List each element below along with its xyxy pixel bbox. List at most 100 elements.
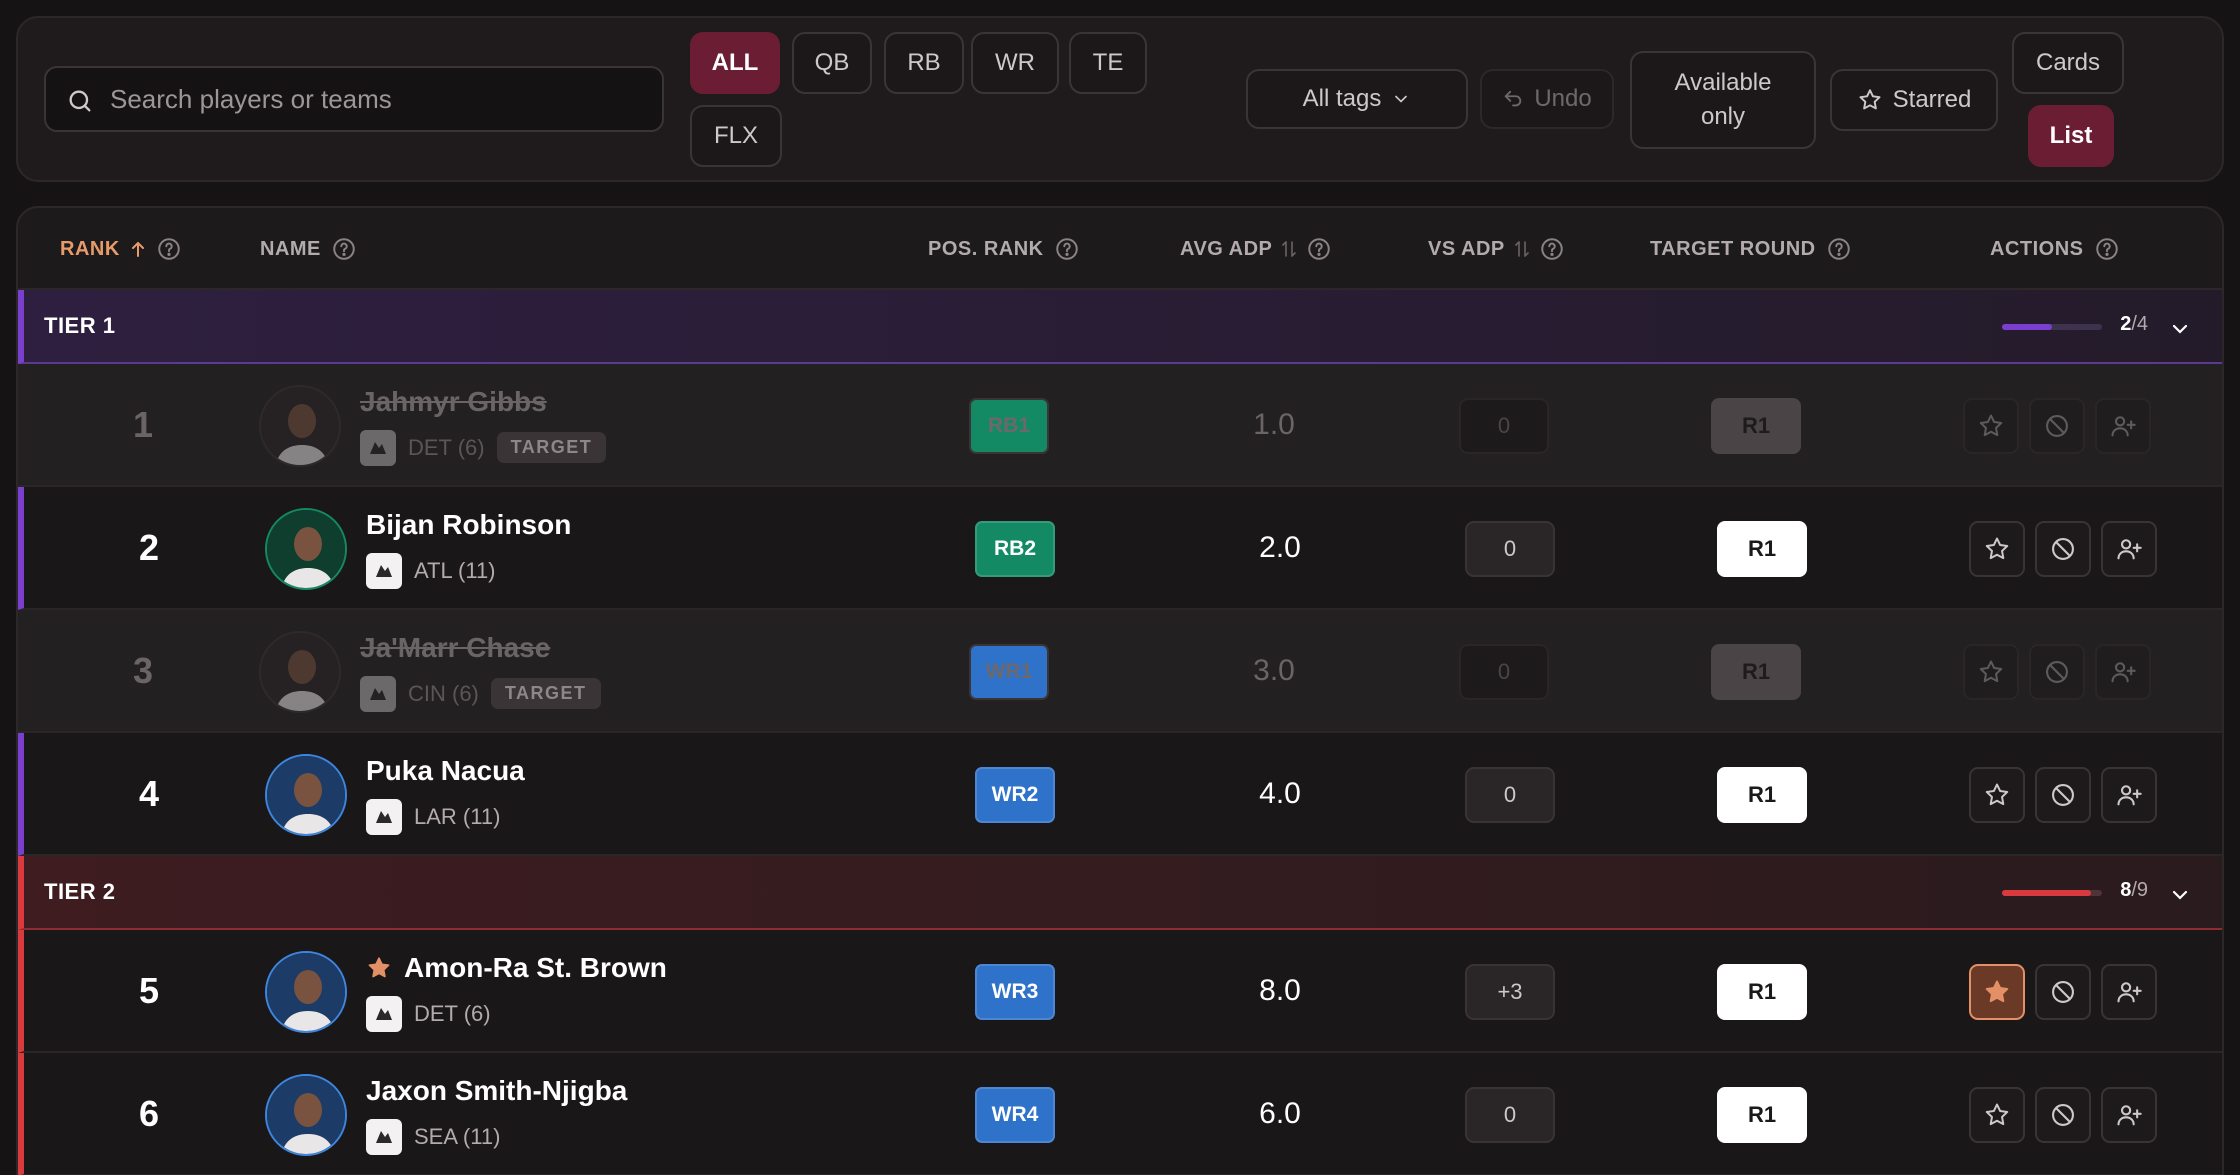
target-round-button[interactable]: R1 [1711, 397, 1801, 454]
draft-player-button[interactable] [2101, 1086, 2157, 1143]
target-round-button[interactable]: R1 [1717, 1086, 1807, 1143]
avoid-button[interactable] [2035, 520, 2091, 577]
star-button[interactable] [1969, 766, 2025, 823]
player-rankings-table: RANK NAME POS. RANK AVG ADP VS ADP TARGE… [16, 206, 2224, 1175]
sort-ascending-icon [130, 240, 146, 258]
player-name-text: Ja'Marr Chase [360, 631, 551, 663]
rank-column-header[interactable]: RANK [60, 236, 182, 262]
team-label: DET (6) [414, 1000, 491, 1026]
tier-header[interactable]: TIER 1 2/4 [18, 290, 2222, 364]
add-user-icon [2109, 658, 2137, 686]
avoid-button[interactable] [2029, 643, 2085, 700]
avg-adp-value: 2.0 [1259, 530, 1301, 564]
star-button[interactable] [1969, 963, 2025, 1020]
filter-all-button[interactable]: ALL [690, 32, 780, 94]
vs-adp-value: 0 [1459, 643, 1549, 700]
actions-column-header: ACTIONS [1990, 236, 2120, 262]
avoid-button[interactable] [2035, 766, 2091, 823]
available-only-toggle[interactable]: Available only [1630, 51, 1816, 149]
star-icon [1983, 535, 2011, 563]
help-icon[interactable] [1054, 236, 1080, 262]
table-row[interactable]: 6 Jaxon Smith-Njigba SEA (11) WR4 6.0 0 … [18, 1053, 2222, 1175]
ban-icon [2049, 1101, 2077, 1129]
player-name[interactable]: Bijan Robinson [366, 509, 571, 541]
help-icon[interactable] [1826, 236, 1852, 262]
target-round-button[interactable]: R1 [1717, 963, 1807, 1020]
help-icon[interactable] [2094, 236, 2120, 262]
player-name[interactable]: Amon-Ra St. Brown [366, 952, 667, 984]
chevron-down-icon[interactable] [2168, 317, 2192, 341]
draft-player-button[interactable] [2095, 397, 2151, 454]
starred-filter-button[interactable]: Starred [1830, 69, 1998, 131]
help-icon[interactable] [1306, 236, 1332, 262]
draft-player-button[interactable] [2101, 520, 2157, 577]
player-avatar [259, 384, 341, 467]
team-label: DET (6) [408, 434, 485, 460]
avg-adp-column-header[interactable]: AVG ADP [1180, 236, 1332, 262]
draft-player-button[interactable] [2095, 643, 2151, 700]
star-button[interactable] [1969, 1086, 2025, 1143]
help-icon[interactable] [1539, 236, 1565, 262]
ban-icon [2043, 412, 2071, 440]
avoid-button[interactable] [2029, 397, 2085, 454]
table-row[interactable]: 4 Puka Nacua LAR (11) WR2 4.0 0 R1 [18, 733, 2222, 856]
star-icon [1977, 412, 2005, 440]
table-row[interactable]: 5 Amon-Ra St. Brown DET (6) WR3 8.0 +3 R… [18, 930, 2222, 1053]
star-button[interactable] [1963, 397, 2019, 454]
player-rank: 6 [138, 1092, 160, 1134]
player-name-text: Puka Nacua [366, 754, 525, 786]
player-avatar [265, 507, 347, 590]
view-cards-button[interactable]: Cards [2012, 32, 2124, 94]
chevron-down-icon[interactable] [2168, 883, 2192, 907]
tags-dropdown[interactable]: All tags [1246, 69, 1468, 129]
target-round-button[interactable]: R1 [1717, 520, 1807, 577]
player-name[interactable]: Ja'Marr Chase [360, 632, 550, 664]
player-team: CIN (6) TARGET [360, 675, 601, 712]
filter-flx-button[interactable]: FLX [690, 105, 782, 167]
filter-qb-button[interactable]: QB [792, 32, 872, 94]
table-row[interactable]: 1 Jahmyr Gibbs DET (6) TARGET RB1 1.0 0 … [18, 364, 2222, 487]
star-button[interactable] [1969, 520, 2025, 577]
target-round-column-header: TARGET ROUND [1650, 236, 1852, 262]
team-logo-icon [366, 798, 402, 835]
undo-button[interactable]: Undo [1480, 69, 1614, 129]
star-icon [1977, 658, 2005, 686]
vs-adp-value: +3 [1465, 963, 1555, 1020]
vs-adp-column-header[interactable]: VS ADP [1428, 236, 1565, 262]
tier-header[interactable]: TIER 2 8/9 [18, 856, 2222, 930]
view-list-button[interactable]: List [2028, 105, 2114, 167]
avg-adp-value: 8.0 [1259, 973, 1301, 1007]
player-name[interactable]: Puka Nacua [366, 755, 525, 787]
player-name[interactable]: Jaxon Smith-Njigba [366, 1075, 627, 1107]
tier-count: 2/4 [2120, 313, 2148, 335]
table-row[interactable]: 2 Bijan Robinson ATL (11) RB2 2.0 0 R1 [18, 487, 2222, 610]
help-icon[interactable] [331, 236, 357, 262]
table-row[interactable]: 3 Ja'Marr Chase CIN (6) TARGET WR1 3.0 0… [18, 610, 2222, 733]
star-button[interactable] [1963, 643, 2019, 700]
filter-te-button[interactable]: TE [1069, 32, 1147, 94]
help-icon[interactable] [156, 236, 182, 262]
sort-toggle-icon [1514, 239, 1529, 259]
search-input[interactable] [110, 76, 650, 122]
draft-player-button[interactable] [2101, 963, 2157, 1020]
target-round-button[interactable]: R1 [1717, 766, 1807, 823]
filter-rb-button[interactable]: RB [884, 32, 964, 94]
pos-rank-column-header: POS. RANK [928, 236, 1080, 262]
player-rank: 1 [132, 403, 154, 445]
pos-rank-badge: WR1 [969, 643, 1049, 700]
target-round-button[interactable]: R1 [1711, 643, 1801, 700]
filter-wr-button[interactable]: WR [971, 32, 1059, 94]
player-team: ATL (11) [366, 552, 496, 589]
draft-player-button[interactable] [2101, 766, 2157, 823]
target-tag: TARGET [496, 432, 607, 463]
tier-label: TIER 1 [44, 313, 116, 338]
pos-rank-badge: RB1 [969, 397, 1049, 454]
player-team: DET (6) TARGET [360, 429, 607, 466]
starred-label: Starred [1892, 86, 1972, 113]
player-rank: 3 [132, 649, 154, 691]
avoid-button[interactable] [2035, 963, 2091, 1020]
player-name[interactable]: Jahmyr Gibbs [360, 386, 547, 418]
vs-adp-value: 0 [1465, 520, 1555, 577]
avoid-button[interactable] [2035, 1086, 2091, 1143]
tier-progress-bar [2002, 324, 2102, 330]
